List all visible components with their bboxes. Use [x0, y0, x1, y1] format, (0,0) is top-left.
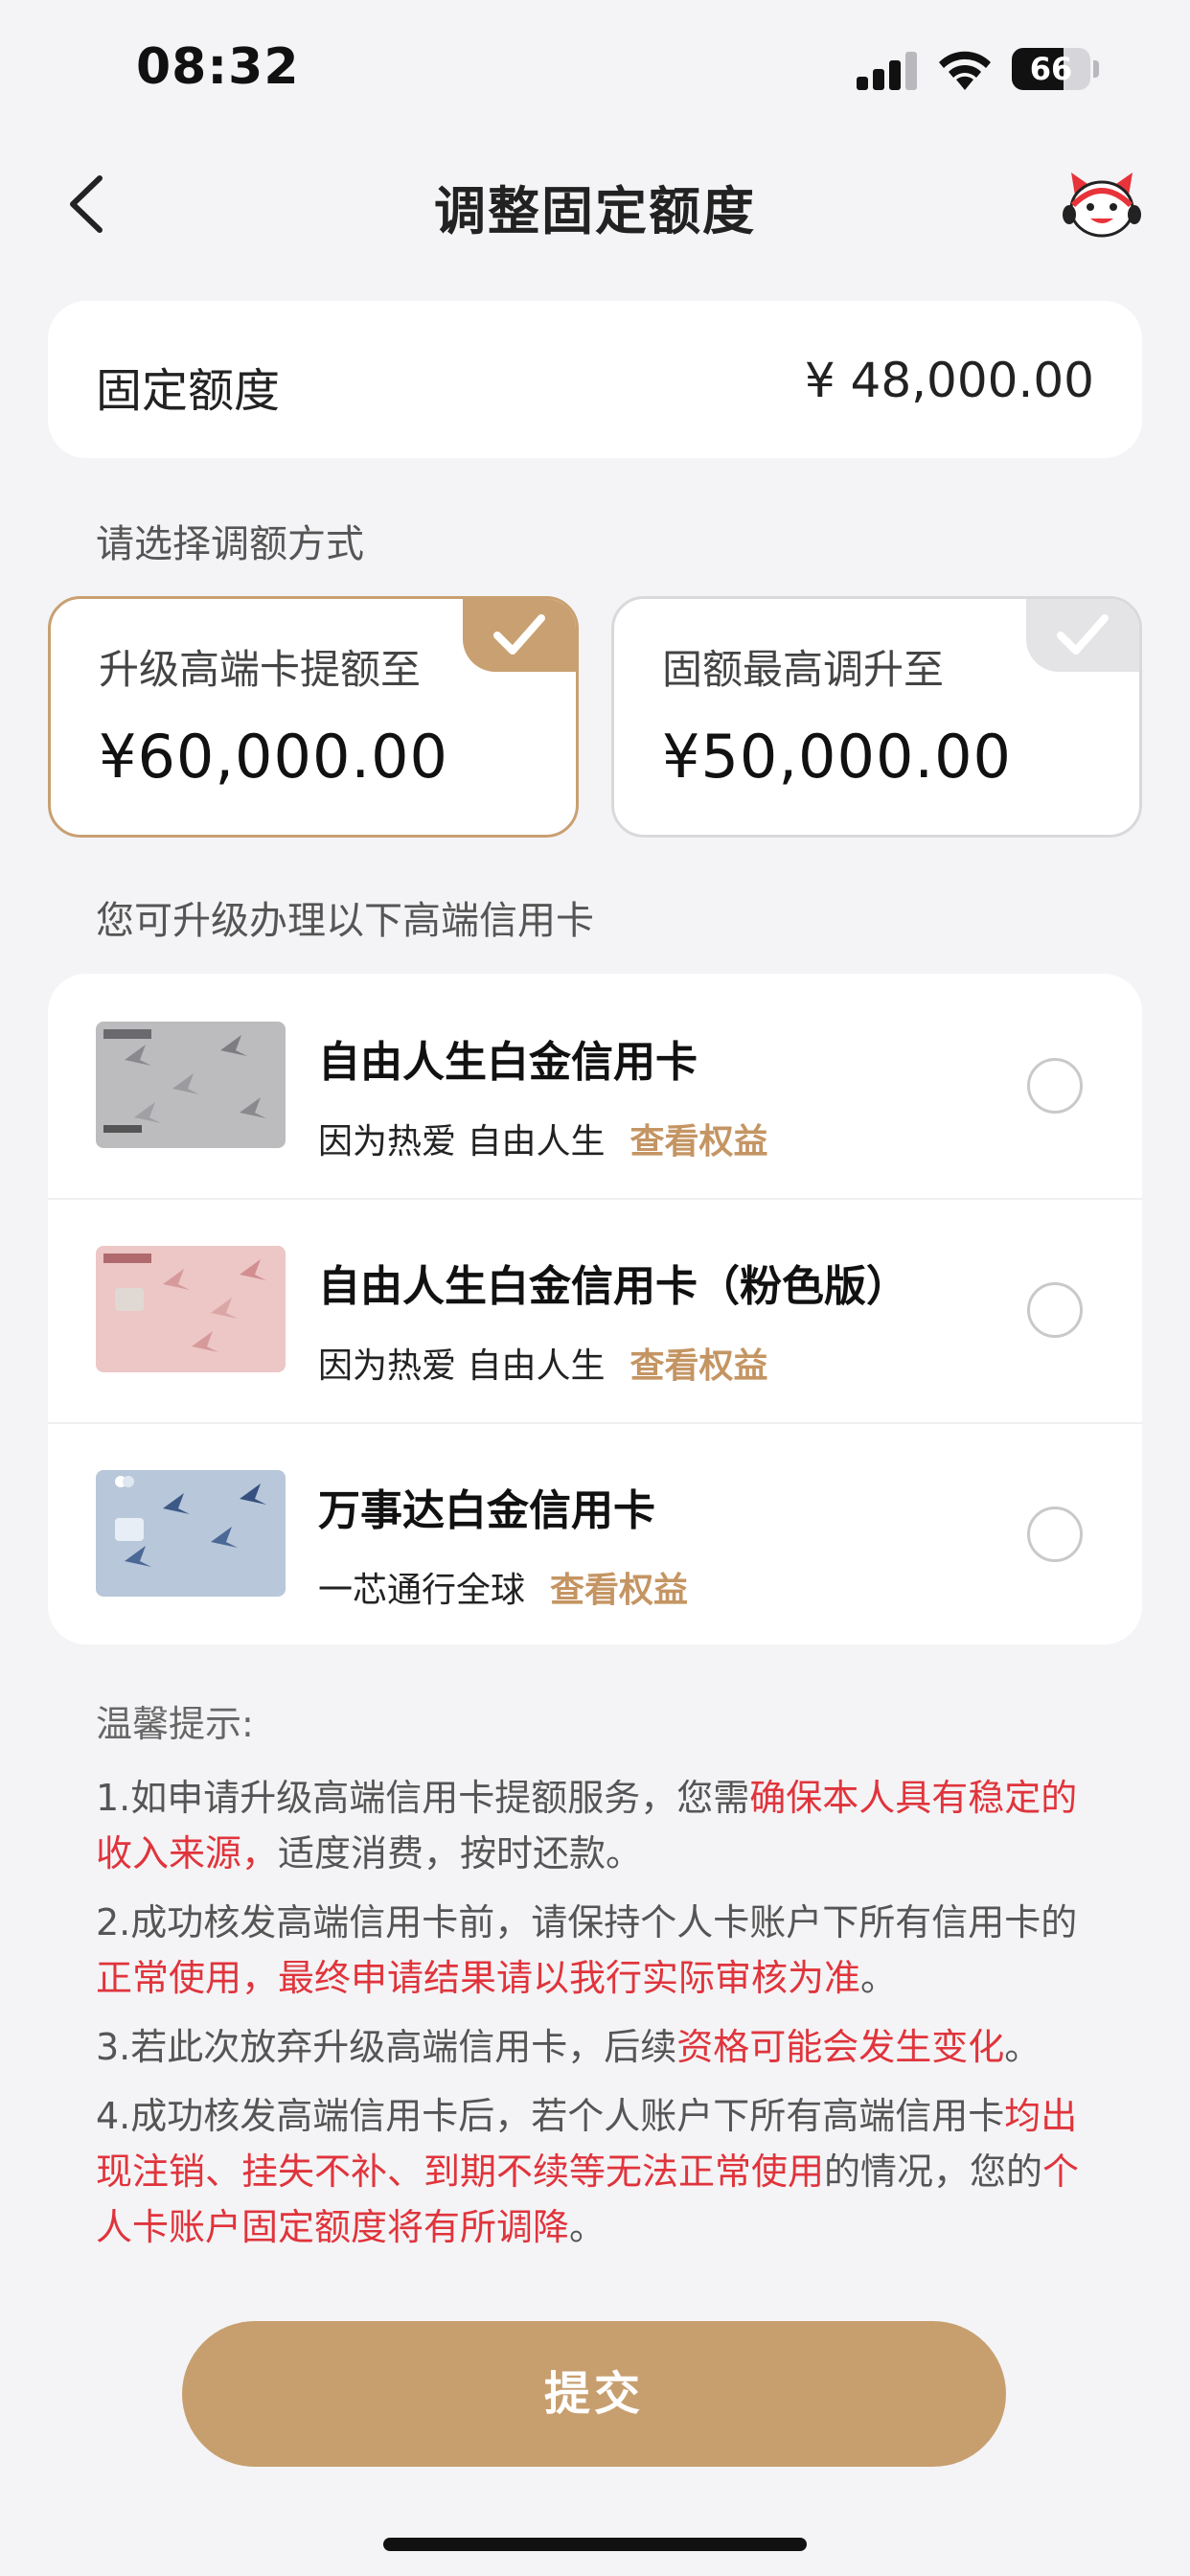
view-benefits-link[interactable]: 查看权益 — [629, 1346, 767, 1386]
card-slogan: 因为热爱 自由人生 查看权益 — [318, 1122, 768, 1162]
check-icon — [1026, 599, 1139, 672]
card-list: 自由人生白金信用卡 因为热爱 自由人生 查看权益 自由人生白金信用卡（粉色版） 因… — [48, 974, 1142, 1644]
page-title: 调整固定额度 — [434, 181, 756, 242]
tips-section: 温馨提示: 1.如申请升级高端信用卡提额服务，您需确保本人具有稳定的收入来源，适… — [96, 1694, 1111, 2268]
tip-item: 1.如申请升级高端信用卡提额服务，您需确保本人具有稳定的收入来源，适度消费，按时… — [96, 1777, 1078, 1874]
fixed-limit-card: 固定额度 ¥ 48,000.00 — [48, 301, 1142, 458]
card-name: 自由人生白金信用卡 — [318, 1038, 698, 1087]
option-amount: ¥60,000.00 — [99, 722, 448, 792]
fixed-limit-value: ¥ 48,000.00 — [804, 353, 1094, 408]
option-fixed-increase[interactable]: 固额最高调升至 ¥50,000.00 — [611, 596, 1142, 838]
status-bar: 08:32 66 — [0, 0, 1190, 144]
method-section-label: 请选择调额方式 — [96, 522, 364, 566]
submit-button[interactable]: 提交 — [182, 2321, 1006, 2467]
card-radio[interactable] — [1027, 1506, 1083, 1562]
card-radio[interactable] — [1027, 1058, 1083, 1114]
battery-tip — [1093, 60, 1099, 78]
mascot-cat-icon[interactable] — [1062, 167, 1142, 242]
card-thumbnail-blue — [96, 1470, 286, 1597]
wifi-icon — [939, 51, 991, 90]
option-amount: ¥50,000.00 — [662, 722, 1012, 792]
option-caption: 升级高端卡提额至 — [99, 646, 422, 693]
tip-item: 3.若此次放弃升级高端信用卡，后续资格可能会发生变化。 — [96, 2026, 1041, 2068]
fixed-limit-label: 固定额度 — [96, 364, 281, 418]
upgrade-section-label: 您可升级办理以下高端信用卡 — [96, 899, 594, 943]
card-row[interactable]: 自由人生白金信用卡（粉色版） 因为热爱 自由人生 查看权益 — [48, 1198, 1142, 1422]
card-thumbnail-silver — [96, 1022, 286, 1148]
option-upgrade-card[interactable]: 升级高端卡提额至 ¥60,000.00 — [48, 596, 579, 838]
home-indicator[interactable] — [383, 2538, 807, 2551]
cellular-signal-icon — [857, 50, 918, 90]
battery-icon: 66 — [1012, 48, 1090, 90]
view-benefits-link[interactable]: 查看权益 — [629, 1122, 767, 1162]
option-caption: 固额最高调升至 — [662, 646, 945, 693]
card-slogan: 因为热爱 自由人生 查看权益 — [318, 1346, 768, 1386]
battery-level: 66 — [1029, 51, 1073, 87]
status-time: 08:32 — [136, 38, 300, 96]
card-thumbnail-pink — [96, 1246, 286, 1372]
view-benefits-link[interactable]: 查看权益 — [550, 1571, 688, 1610]
card-slogan: 一芯通行全球 查看权益 — [318, 1571, 689, 1610]
page: 08:32 66 调整固定额度 固定额度 ¥ 48,000.00 请选择调额方式… — [0, 0, 1190, 2576]
divider — [48, 1198, 1142, 1200]
card-name: 自由人生白金信用卡（粉色版） — [318, 1262, 908, 1311]
tips-title: 温馨提示: — [96, 1703, 254, 1745]
card-row[interactable]: 万事达白金信用卡 一芯通行全球 查看权益 — [48, 1422, 1142, 1646]
card-name: 万事达白金信用卡 — [318, 1486, 655, 1535]
card-row[interactable]: 自由人生白金信用卡 因为热爱 自由人生 查看权益 — [48, 974, 1142, 1198]
tip-item: 4.成功核发高端信用卡后，若个人账户下所有高端信用卡均出现注销、挂失不补、到期不… — [96, 2095, 1080, 2248]
divider — [48, 1422, 1142, 1424]
card-radio[interactable] — [1027, 1282, 1083, 1338]
check-icon — [463, 599, 576, 672]
nav-bar: 调整固定额度 — [0, 144, 1190, 263]
tip-item: 2.成功核发高端信用卡前，请保持个人卡账户下所有信用卡的正常使用，最终申请结果请… — [96, 1901, 1078, 1999]
